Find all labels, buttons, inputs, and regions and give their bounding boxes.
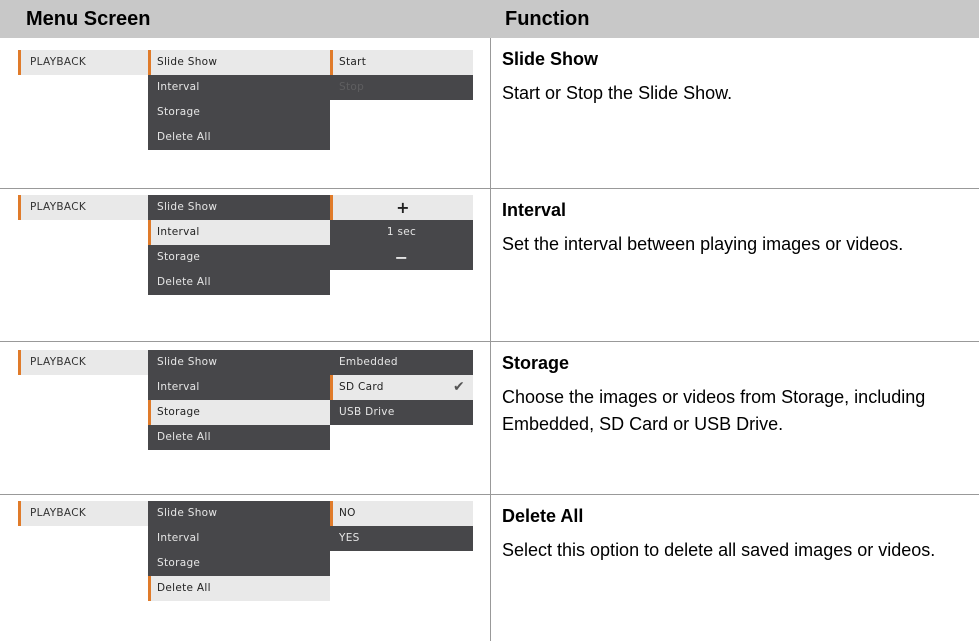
menu-item-delete-all[interactable]: Delete All: [148, 270, 330, 295]
option-usb-drive[interactable]: USB Drive: [330, 400, 473, 425]
menu-item-interval[interactable]: Interval: [148, 526, 330, 551]
option-yes[interactable]: YES: [330, 526, 473, 551]
interval-value: 1 sec: [330, 220, 473, 245]
menu-playback-tab[interactable]: PLAYBACK: [18, 501, 148, 526]
function-text: Set the interval between playing images …: [502, 234, 904, 254]
menu-item-interval[interactable]: Interval: [148, 375, 330, 400]
interval-decrease-button[interactable]: −: [330, 245, 473, 270]
menu-item-interval[interactable]: Interval: [148, 75, 330, 100]
function-title: Delete All: [502, 506, 584, 526]
table-row-interval: PLAYBACK Slide Show Interval Storage Del…: [0, 189, 979, 342]
menu-item-delete-all[interactable]: Delete All: [148, 425, 330, 450]
check-icon: ✔: [452, 379, 465, 395]
function-text: Choose the images or videos from Storage…: [502, 387, 926, 434]
interval-increase-button[interactable]: +: [330, 195, 473, 220]
function-description: Interval Set the interval between playin…: [502, 189, 972, 258]
menu-screenshot: PLAYBACK Slide Show Interval Storage Del…: [0, 38, 490, 189]
function-title: Storage: [502, 353, 570, 373]
function-title: Interval: [502, 200, 567, 220]
option-sd-card-label: SD Card: [339, 381, 384, 393]
column-header-menu-screen: Menu Screen: [0, 0, 491, 38]
menu-item-storage[interactable]: Storage: [148, 245, 330, 270]
option-stop[interactable]: Stop: [330, 75, 473, 100]
menu-item-slide-show[interactable]: Slide Show: [148, 350, 330, 375]
menu-function-table: Menu Screen Function PLAYBACK Slide Show…: [0, 0, 979, 641]
menu-item-storage[interactable]: Storage: [148, 100, 330, 125]
function-text: Select this option to delete all saved i…: [502, 540, 936, 560]
menu-playback-tab[interactable]: PLAYBACK: [18, 350, 148, 375]
option-embedded[interactable]: Embedded: [330, 350, 473, 375]
column-header-function: Function: [491, 0, 979, 38]
function-title: Slide Show: [502, 49, 599, 69]
function-description: Storage Choose the images or videos from…: [502, 342, 972, 438]
menu-playback-tab[interactable]: PLAYBACK: [18, 195, 148, 220]
table-row-slide-show: PLAYBACK Slide Show Interval Storage Del…: [0, 38, 979, 189]
function-description: Delete All Select this option to delete …: [502, 495, 972, 564]
menu-item-delete-all[interactable]: Delete All: [148, 125, 330, 150]
menu-item-slide-show[interactable]: Slide Show: [148, 195, 330, 220]
menu-playback-tab[interactable]: PLAYBACK: [18, 50, 148, 75]
menu-item-interval[interactable]: Interval: [148, 220, 330, 245]
menu-item-slide-show[interactable]: Slide Show: [148, 501, 330, 526]
option-sd-card[interactable]: SD Card ✔: [330, 375, 473, 400]
menu-screenshot: PLAYBACK Slide Show Interval Storage Del…: [0, 495, 490, 641]
menu-item-slide-show[interactable]: Slide Show: [148, 50, 330, 75]
menu-item-storage[interactable]: Storage: [148, 551, 330, 576]
option-no[interactable]: NO: [330, 501, 473, 526]
function-description: Slide Show Start or Stop the Slide Show.: [502, 38, 972, 107]
table-row-storage: PLAYBACK Slide Show Interval Storage Del…: [0, 342, 979, 495]
menu-item-storage[interactable]: Storage: [148, 400, 330, 425]
option-start[interactable]: Start: [330, 50, 473, 75]
menu-screenshot: PLAYBACK Slide Show Interval Storage Del…: [0, 189, 490, 342]
menu-item-delete-all[interactable]: Delete All: [148, 576, 330, 601]
menu-screenshot: PLAYBACK Slide Show Interval Storage Del…: [0, 342, 490, 495]
function-text: Start or Stop the Slide Show.: [502, 83, 733, 103]
table-row-delete-all: PLAYBACK Slide Show Interval Storage Del…: [0, 495, 979, 641]
